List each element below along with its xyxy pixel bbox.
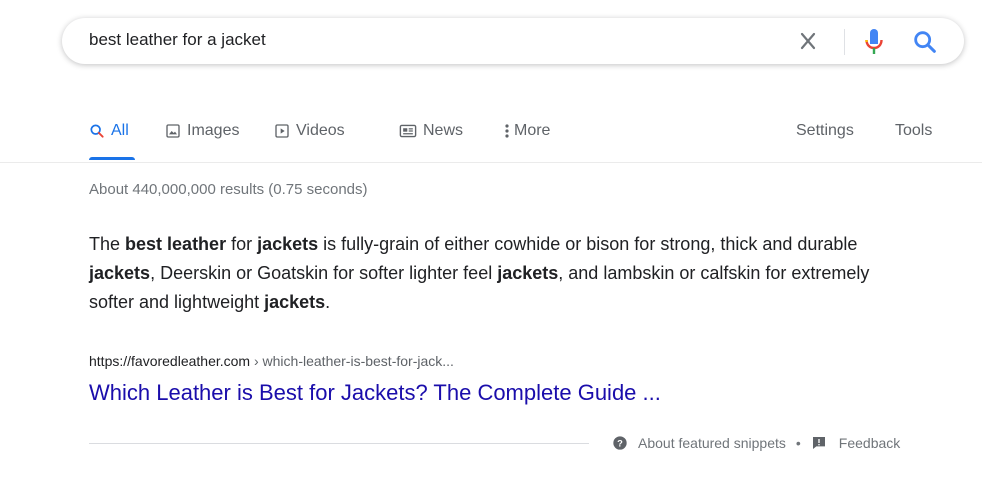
tab-label: All <box>111 122 129 139</box>
snippet-bold-term: jackets <box>257 234 319 254</box>
clear-button[interactable] <box>795 29 821 53</box>
tab-label: Images <box>187 122 240 139</box>
snippet-footer: ? About featured snippets • Feedback <box>612 435 900 451</box>
feedback-label: Feedback <box>838 435 901 451</box>
featured-snippet-text: The best leather for jackets is fully-gr… <box>89 230 919 317</box>
snippet-bold-term: best leather <box>125 234 227 254</box>
snippet-text-run: , Deerskin or Goatskin for softer lighte… <box>150 263 498 283</box>
snippet-text-run: is fully-grain of either cowhide or biso… <box>318 234 858 254</box>
tab-images[interactable]: Images <box>165 122 239 140</box>
search-bar-divider <box>844 29 845 55</box>
feedback-icon <box>812 437 825 449</box>
result-url[interactable]: https://favoredleather.com › which-leath… <box>89 353 454 369</box>
search-bar <box>62 18 964 64</box>
image-icon <box>166 124 180 138</box>
snippet-bold-term: jackets <box>89 263 151 283</box>
tab-more[interactable]: More <box>504 122 550 140</box>
close-icon <box>800 32 816 50</box>
about-label: About featured snippets <box>638 435 786 451</box>
tab-news[interactable]: News <box>399 122 463 140</box>
snippet-text-run: for <box>226 234 258 254</box>
snippet-text-run: . <box>325 292 331 312</box>
snippet-bold-term: jackets <box>264 292 326 312</box>
search-input[interactable] <box>89 30 769 50</box>
snippet-bold-term: jackets <box>497 263 559 283</box>
tab-label: Videos <box>296 122 345 139</box>
tab-all[interactable]: All <box>89 122 129 140</box>
snippet-text-run: The <box>89 234 126 254</box>
about-featured-snippets-link[interactable]: ? About featured snippets <box>612 435 786 451</box>
result-stats: About 440,000,000 results (0.75 seconds) <box>89 181 368 198</box>
search-icon <box>914 31 936 53</box>
play-icon <box>275 124 289 138</box>
header-divider <box>0 162 982 163</box>
voice-search-button[interactable] <box>861 27 887 57</box>
search-button[interactable] <box>911 28 939 56</box>
snippet-divider <box>89 443 589 444</box>
result-path: › which-leather-is-best-for-jack... <box>250 353 454 369</box>
tab-videos[interactable]: Videos <box>274 122 345 140</box>
settings-link[interactable]: Settings <box>796 122 854 140</box>
result-title-link[interactable]: Which Leather is Best for Jackets? The C… <box>89 380 661 406</box>
feedback-link[interactable]: Feedback <box>811 435 900 451</box>
result-domain: https://favoredleather.com <box>89 353 251 369</box>
more-vertical-icon <box>505 124 509 138</box>
svg-text:?: ? <box>617 438 623 448</box>
search-icon <box>90 124 104 138</box>
tools-link[interactable]: Tools <box>895 122 932 140</box>
tab-label: News <box>423 122 464 139</box>
help-icon: ? <box>613 436 627 450</box>
footer-separator: • <box>795 435 801 451</box>
tab-label: More <box>514 122 551 139</box>
active-tab-indicator <box>89 157 135 160</box>
mic-icon <box>865 29 883 54</box>
news-icon <box>399 124 417 138</box>
